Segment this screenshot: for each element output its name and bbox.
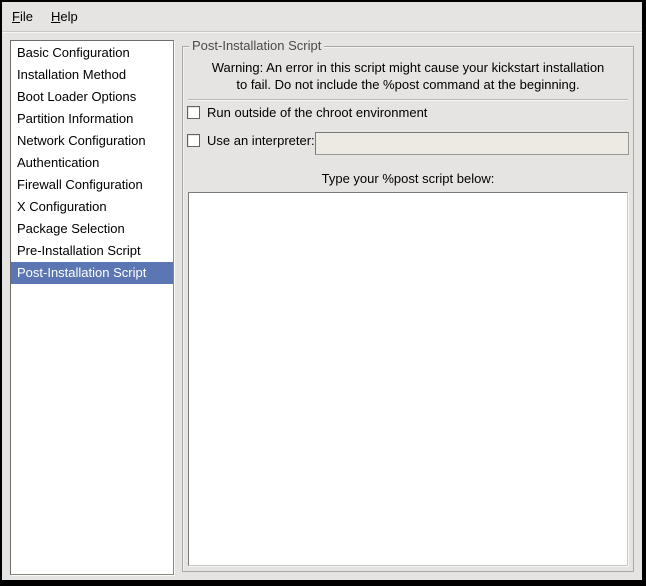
sidebar-item-network-configuration[interactable]: Network Configuration xyxy=(11,130,173,152)
sidebar-item-basic-configuration[interactable]: Basic Configuration xyxy=(11,42,173,64)
interpreter-entry[interactable] xyxy=(315,132,629,155)
warning-text: Warning: An error in this script might c… xyxy=(191,59,625,93)
menu-help-mnemonic: H xyxy=(51,9,60,24)
sidebar-item-package-selection[interactable]: Package Selection xyxy=(11,218,173,240)
menu-help[interactable]: Help xyxy=(43,6,86,31)
category-list: Basic ConfigurationInstallation MethodBo… xyxy=(10,40,174,575)
menubar: File Help xyxy=(2,2,642,32)
post-script-textarea[interactable] xyxy=(188,192,628,566)
warning-line2: to fail. Do not include the %post comman… xyxy=(191,76,625,93)
chroot-row: Run outside of the chroot environment xyxy=(187,104,427,121)
frame-title: Post-Installation Script xyxy=(189,38,324,53)
menu-file-mnemonic: F xyxy=(12,9,20,24)
menu-file-label: ile xyxy=(20,9,33,24)
separator xyxy=(188,99,628,101)
sidebar-item-authentication[interactable]: Authentication xyxy=(11,152,173,174)
kickstart-configurator-window: File Help Basic ConfigurationInstallatio… xyxy=(0,0,646,586)
post-installation-script-frame: Post-Installation Script Warning: An err… xyxy=(182,46,634,572)
sidebar-item-post-installation-script[interactable]: Post-Installation Script xyxy=(11,262,173,284)
script-area-label: Type your %post script below: xyxy=(183,171,633,186)
sidebar-item-firewall-configuration[interactable]: Firewall Configuration xyxy=(11,174,173,196)
sidebar-item-x-configuration[interactable]: X Configuration xyxy=(11,196,173,218)
warning-line1: Warning: An error in this script might c… xyxy=(191,59,625,76)
sidebar-item-installation-method[interactable]: Installation Method xyxy=(11,64,173,86)
use-interpreter-checkbox[interactable] xyxy=(187,134,200,147)
run-outside-chroot-label: Run outside of the chroot environment xyxy=(207,105,427,120)
sidebar-item-boot-loader-options[interactable]: Boot Loader Options xyxy=(11,86,173,108)
use-interpreter-label: Use an interpreter: xyxy=(207,133,315,148)
menu-file[interactable]: File xyxy=(4,6,41,31)
interpreter-row: Use an interpreter: xyxy=(187,132,315,149)
sidebar-item-partition-information[interactable]: Partition Information xyxy=(11,108,173,130)
menu-help-label: elp xyxy=(60,9,77,24)
sidebar-item-pre-installation-script[interactable]: Pre-Installation Script xyxy=(11,240,173,262)
run-outside-chroot-checkbox[interactable] xyxy=(187,106,200,119)
